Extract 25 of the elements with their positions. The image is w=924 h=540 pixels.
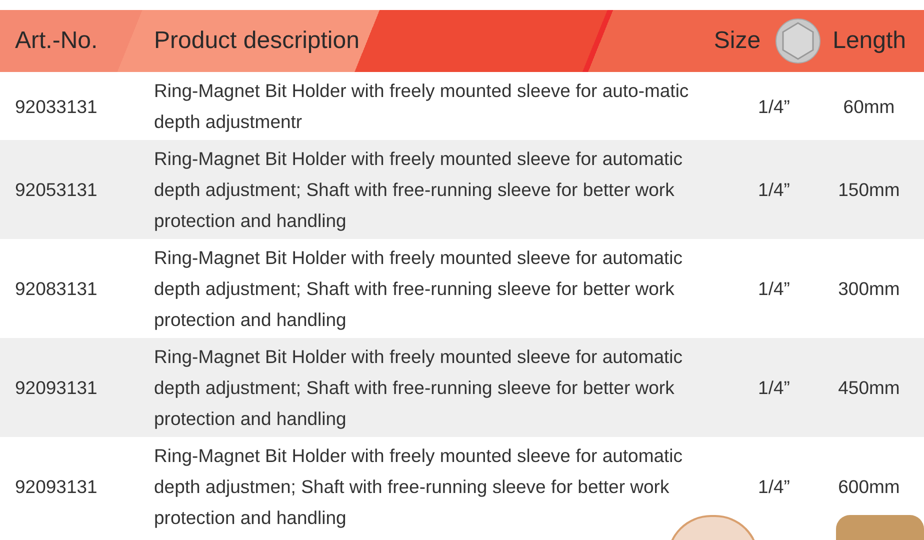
article-number: 92033131: [14, 94, 98, 118]
size-value: 1/4”: [757, 277, 791, 301]
column-header: Product description: [154, 27, 360, 55]
hex-bolt-icon: [774, 18, 821, 64]
length-value: 60mm: [842, 94, 896, 118]
size-value: 1/4”: [757, 475, 791, 499]
length-value: 150mm: [837, 178, 901, 202]
article-number: 92093131: [14, 475, 98, 499]
article-number: 92093131: [14, 376, 98, 400]
product-description: Ring-Magnet Bit Holder with freely mounted sleeve for automatic depth adjustment; Shaft with free-running sleeve for better work protection and handling: [154, 345, 684, 431]
article-number: 92083131: [14, 277, 98, 301]
size-value: 1/4”: [757, 178, 791, 202]
size-value: 1/4”: [757, 94, 791, 118]
product-description: Ring-Magnet Bit Holder with freely mounted sleeve for automatic depth adjustment; Shaft with free-running sleeve for better work protection and handling: [154, 147, 684, 233]
size-value: 1/4”: [757, 376, 791, 400]
column-header: Length: [832, 27, 906, 55]
column-header: Art.-No.: [14, 27, 99, 55]
length-value: 450mm: [837, 376, 901, 400]
product-description: Ring-Magnet Bit Holder with freely mounted sleeve for automatic depth adjustment; Shaft with free-running sleeve for better work protection and handling: [154, 246, 684, 332]
product-description: Ring-Magnet Bit Holder with freely mounted sleeve for auto-matic depth adjustmentr: [154, 79, 690, 134]
product-description: Ring-Magnet Bit Holder with freely mounted sleeve for automatic depth adjustmen; Shaft with free-running sleeve for better work protection and handling: [154, 444, 684, 530]
length-value: 300mm: [837, 277, 901, 301]
article-number: 92053131: [14, 178, 98, 202]
column-header: Size: [714, 27, 761, 55]
length-value: 600mm: [837, 475, 901, 499]
